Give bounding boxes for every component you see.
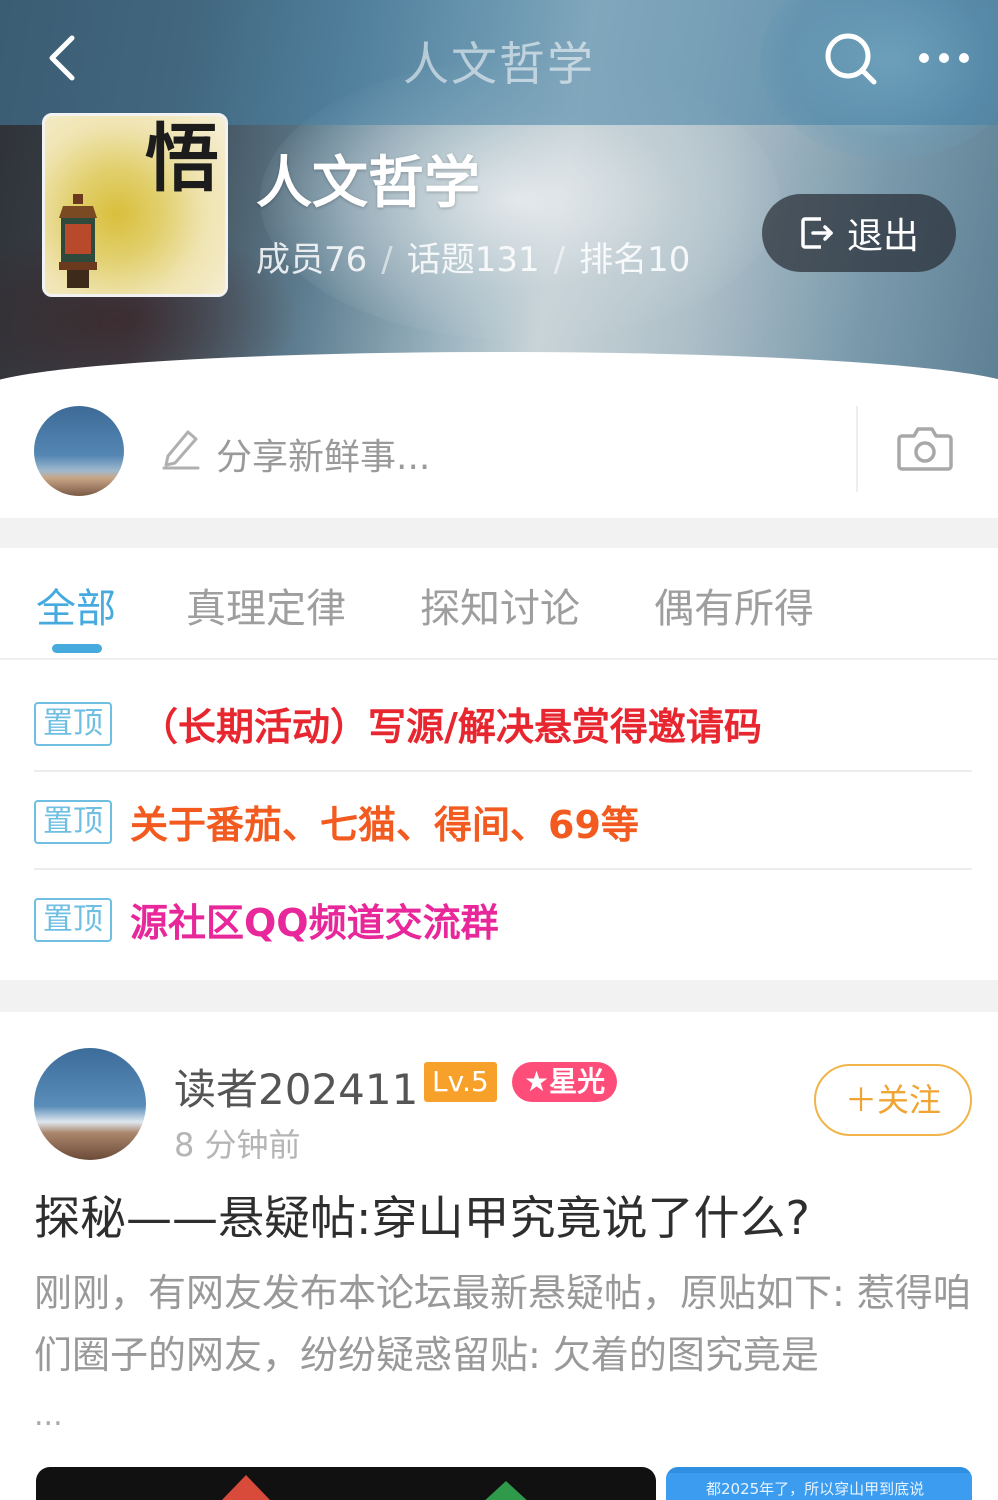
group-stats: 成员76 / 话题131 / 排名10 (256, 232, 690, 281)
share-composer[interactable]: 分享新鲜事... (0, 390, 998, 518)
pinned-post[interactable]: 置顶 关于番茄、七猫、得间、69等 (34, 772, 972, 870)
pinned-title[interactable]: （长期活动）写源/解决悬赏得邀请码 (140, 696, 762, 751)
tab-all[interactable]: 全部 (36, 576, 116, 634)
share-input[interactable]: 分享新鲜事... (216, 428, 430, 480)
pinned-posts: 置顶 （长期活动）写源/解决悬赏得邀请码 置顶 关于番茄、七猫、得间、69等 置… (0, 662, 998, 980)
pinned-post[interactable]: 置顶 源社区QQ频道交流群 (34, 870, 972, 968)
feed-post[interactable]: 读者202411 Lv.5 ★星光 8 分钟前 ＋关注 探秘——悬疑帖:穿山甲究… (0, 1012, 998, 1500)
pinned-title[interactable]: 源社区QQ频道交流群 (130, 892, 499, 947)
pinned-badge: 置顶 (34, 898, 112, 942)
exit-icon (801, 217, 833, 249)
image-content (221, 1475, 527, 1500)
post-ellipsis: ... (34, 1398, 63, 1433)
group-page: 人文哲学 悟 人文哲学 成员76 / 话题131 / 排名10 退出 分享新鲜事… (0, 0, 998, 1500)
member-count[interactable]: 成员76 (256, 240, 367, 280)
pinned-badge: 置顶 (34, 702, 112, 746)
section-gap (0, 980, 998, 1012)
post-image[interactable] (36, 1467, 656, 1500)
quit-group-button[interactable]: 退出 (762, 194, 956, 272)
star-badge: ★星光 (512, 1062, 618, 1102)
level-badge: Lv.5 (424, 1062, 497, 1102)
stats-separator: / (553, 240, 566, 280)
category-tabs: 全部 真理定律 探知讨论 偶有所得 (0, 548, 998, 660)
group-name: 人文哲学 (256, 151, 480, 216)
quit-label: 退出 (846, 216, 919, 257)
camera-icon (897, 427, 953, 471)
lantern-icon (59, 194, 97, 288)
pinned-post[interactable]: 置顶 （长期活动）写源/解决悬赏得邀请码 (34, 674, 972, 772)
group-avatar: 悟 (42, 113, 228, 297)
edit-icon (162, 430, 200, 470)
tab-discussion[interactable]: 探知讨论 (420, 576, 580, 634)
follow-button[interactable]: ＋关注 (814, 1064, 972, 1136)
author-avatar[interactable] (34, 1048, 146, 1160)
section-gap (0, 518, 998, 548)
author-name[interactable]: 读者202411 (174, 1056, 418, 1117)
rank[interactable]: 排名10 (579, 240, 690, 280)
search-icon (825, 33, 877, 85)
avatar-character: 悟 (145, 116, 219, 202)
topic-count[interactable]: 话题131 (407, 240, 540, 280)
tab-truth-laws[interactable]: 真理定律 (186, 576, 346, 634)
tab-insights[interactable]: 偶有所得 (654, 576, 814, 634)
group-banner: 人文哲学 悟 人文哲学 成员76 / 话题131 / 排名10 退出 (0, 0, 998, 390)
stats-separator: / (381, 240, 393, 280)
divider (856, 406, 858, 492)
camera-button[interactable] (896, 420, 954, 476)
post-image[interactable]: 都2025年了，所以穿山甲到底说 (666, 1467, 972, 1500)
search-button[interactable] (820, 28, 882, 90)
post-title[interactable]: 探秘——悬疑帖:穿山甲究竟说了什么? (34, 1182, 810, 1248)
pinned-badge: 置顶 (34, 800, 112, 844)
active-tab-indicator (52, 644, 102, 653)
post-timestamp: 8 分钟前 (174, 1126, 301, 1164)
more-button[interactable] (914, 40, 974, 76)
pinned-title[interactable]: 关于番茄、七猫、得间、69等 (130, 794, 639, 849)
user-avatar[interactable] (34, 406, 124, 496)
image-caption: 都2025年了，所以穿山甲到底说 (666, 1473, 972, 1500)
more-icon (919, 53, 969, 63)
post-excerpt[interactable]: 刚刚，有网友发布本论坛最新悬疑帖，原贴如下: 惹得咱们圈子的网友，纷纷疑惑留贴:… (34, 1262, 974, 1386)
